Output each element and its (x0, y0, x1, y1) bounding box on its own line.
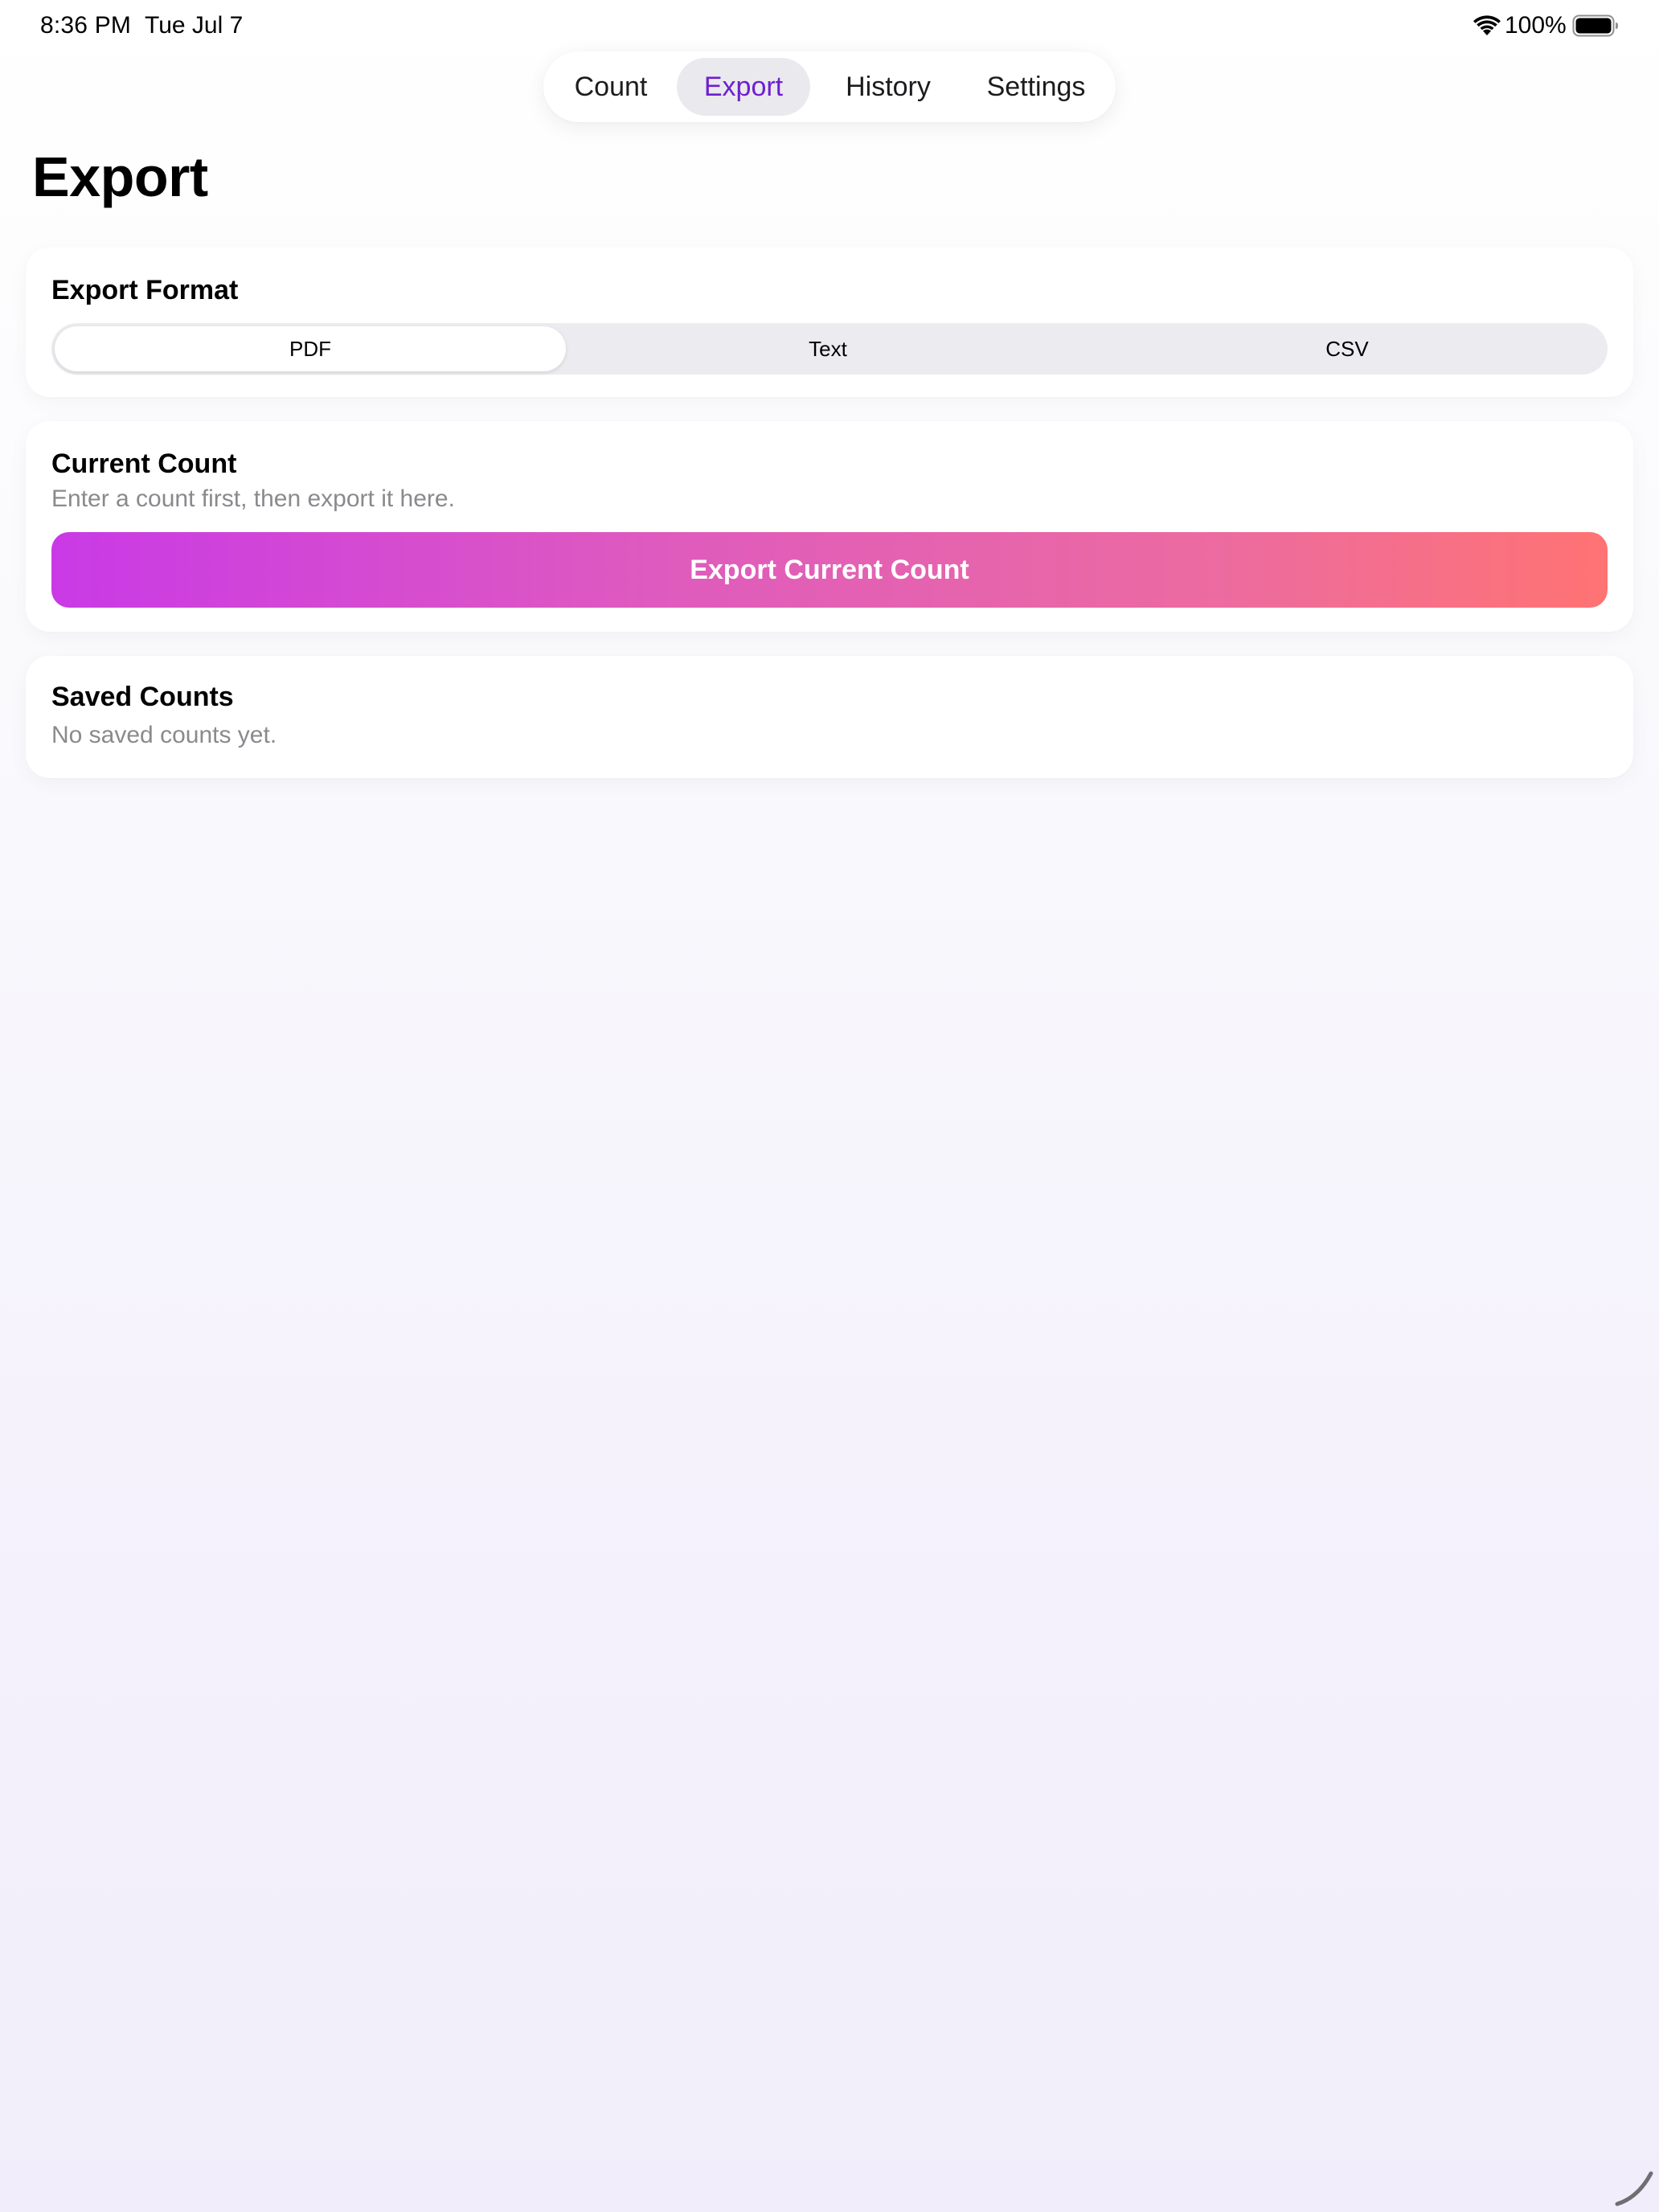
saved-counts-card: Saved Counts No saved counts yet. (26, 656, 1633, 778)
export-format-segmented-control: PDF Text CSV (51, 323, 1608, 375)
tab-settings[interactable]: Settings (968, 58, 1104, 116)
top-tab-bar: Count Export History Settings (543, 51, 1116, 122)
wifi-icon (1473, 15, 1501, 35)
saved-counts-title: Saved Counts (51, 682, 234, 712)
export-format-card: Export Format PDF Text CSV (26, 248, 1633, 397)
segment-text[interactable]: Text (572, 326, 1083, 371)
page-title: Export (32, 145, 208, 208)
battery-percentage: 100% (1505, 12, 1567, 39)
export-format-title: Export Format (51, 275, 239, 305)
tab-export[interactable]: Export (677, 58, 810, 116)
status-date: Tue Jul 7 (145, 12, 244, 39)
tab-history[interactable]: History (817, 58, 960, 116)
tab-count[interactable]: Count (559, 58, 662, 116)
current-count-subtitle: Enter a count first, then export it here… (51, 485, 455, 512)
export-current-count-button[interactable]: Export Current Count (51, 532, 1608, 608)
segment-pdf[interactable]: PDF (55, 326, 566, 371)
battery-icon (1572, 14, 1618, 37)
corner-handle-icon (1615, 2171, 1653, 2206)
segment-csv[interactable]: CSV (1090, 326, 1604, 371)
saved-counts-empty-text: No saved counts yet. (51, 722, 277, 748)
current-count-card: Current Count Enter a count first, then … (26, 421, 1633, 632)
status-bar: 8:36 PM Tue Jul 7 100% (0, 0, 1659, 51)
status-time: 8:36 PM (40, 12, 132, 39)
current-count-title: Current Count (51, 449, 237, 479)
